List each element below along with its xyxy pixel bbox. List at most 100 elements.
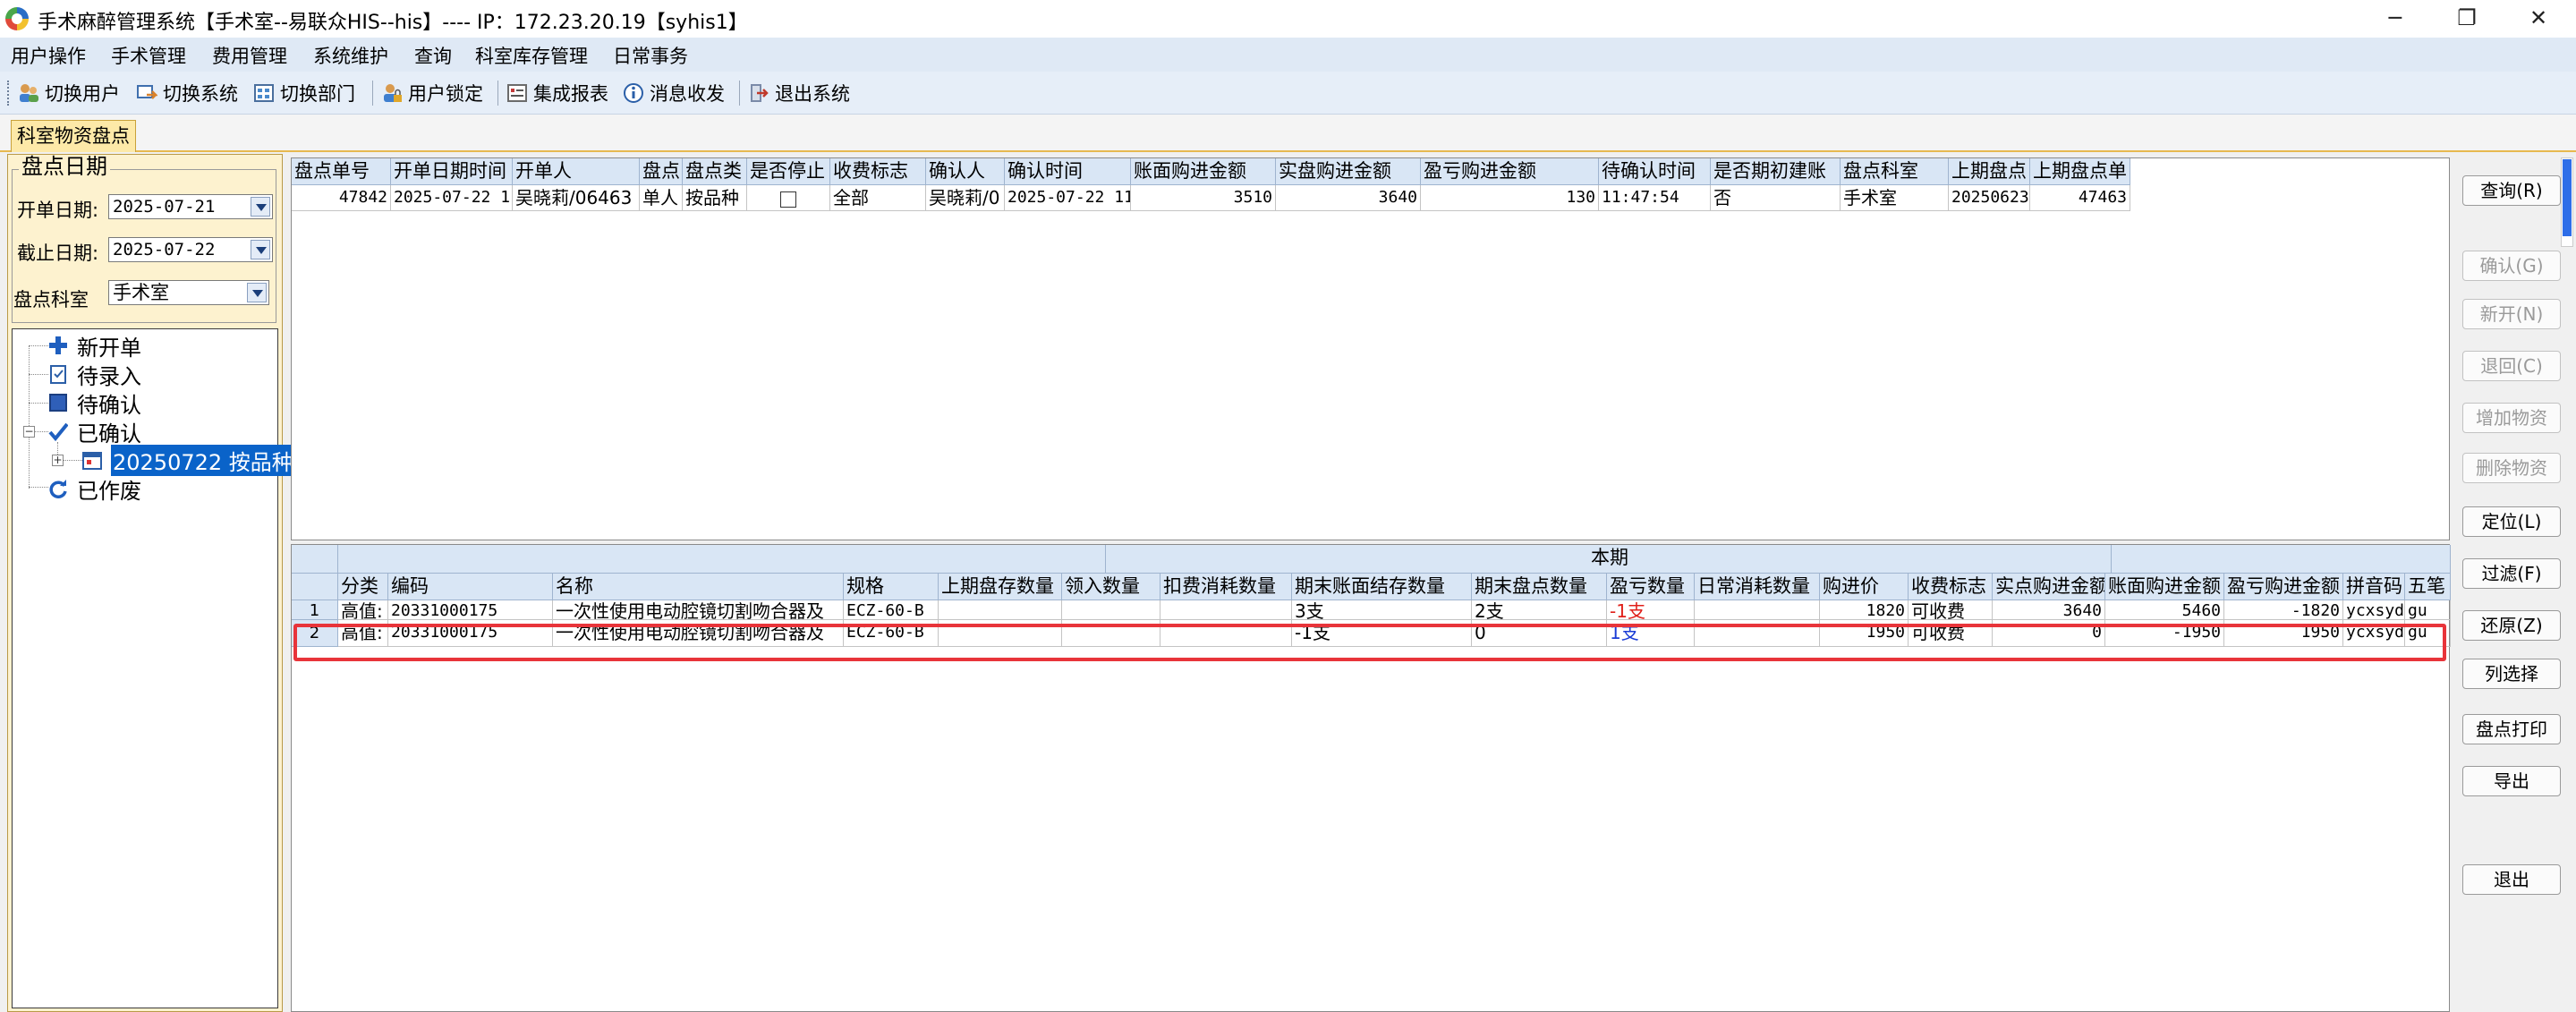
menu-inventory[interactable]: 科室库存管理 — [475, 42, 588, 69]
minimize-button[interactable]: ─ — [2359, 0, 2431, 38]
table-cell[interactable]: 高值: — [338, 600, 388, 620]
column-header[interactable]: 账面购进金额 — [1131, 158, 1276, 185]
column-header[interactable]: 上期盘存数量 — [939, 574, 1062, 600]
table-cell[interactable]: 可收费 — [1909, 600, 1993, 620]
column-header[interactable]: 分类 — [338, 574, 388, 600]
tree-item-pending-entry[interactable]: 待录入 — [48, 361, 141, 389]
column-header[interactable]: 是否停止 — [747, 158, 830, 185]
reports-button[interactable]: 集成报表 — [506, 80, 608, 106]
column-header[interactable]: 盘点类 — [683, 158, 747, 185]
column-header[interactable]: 盘点 — [640, 158, 683, 185]
column-header[interactable]: 盘点科室 — [1841, 158, 1949, 185]
table-cell[interactable]: -1820 — [2224, 600, 2343, 620]
table-cell[interactable]: 3640 — [1276, 185, 1421, 211]
new-button[interactable]: 新开(N) — [2462, 299, 2561, 329]
column-header[interactable]: 实盘购进金额 — [1276, 158, 1421, 185]
column-header[interactable]: 编码 — [388, 574, 553, 600]
table-cell[interactable]: ECZ-60-B — [844, 600, 939, 620]
row-number[interactable]: 1 — [292, 600, 338, 620]
table-cell[interactable] — [1160, 600, 1292, 620]
column-header[interactable]: 盈亏购进金额 — [1421, 158, 1599, 185]
column-header[interactable]: 期末盘点数量 — [1472, 574, 1607, 600]
dept-select[interactable]: 手术室 — [108, 280, 269, 305]
column-header[interactable]: 购进价 — [1820, 574, 1909, 600]
exit-button[interactable]: 退出 — [2462, 864, 2561, 895]
delete-item-button[interactable]: 删除物资 — [2462, 453, 2561, 483]
column-header[interactable]: 开单日期时间 — [391, 158, 513, 185]
tree-item-new[interactable]: 新开单 — [48, 332, 141, 361]
chevron-down-icon[interactable] — [251, 240, 270, 259]
column-header[interactable]: 实点购进金额 — [1993, 574, 2105, 600]
lock-user-button[interactable]: 用户锁定 — [381, 80, 483, 106]
table-cell[interactable]: 47842 — [292, 185, 391, 211]
tree-collapse-toggle[interactable]: − — [23, 426, 35, 438]
start-date-picker[interactable]: 2025-07-21 — [108, 194, 273, 219]
filter-button[interactable]: 过滤(F) — [2462, 558, 2561, 589]
column-header[interactable]: 是否期初建账 — [1711, 158, 1841, 185]
menu-maintenance[interactable]: 系统维护 — [313, 42, 388, 69]
table-cell[interactable]: 按品种 — [683, 185, 747, 211]
column-header[interactable]: 盘点单号 — [292, 158, 391, 185]
tree-item-voided[interactable]: 已作废 — [48, 475, 141, 504]
column-header[interactable]: 账面购进金额 — [2105, 574, 2224, 600]
table-cell[interactable]: 3支 — [1292, 600, 1472, 620]
column-header[interactable]: 盈亏数量 — [1607, 574, 1695, 600]
table-cell[interactable]: 3640 — [1993, 600, 2105, 620]
tree-item-confirmed[interactable]: 已确认 — [48, 418, 141, 446]
column-header[interactable]: 盈亏购进金额 — [2224, 574, 2343, 600]
table-cell[interactable]: 130 — [1421, 185, 1599, 211]
menu-user-ops[interactable]: 用户操作 — [11, 42, 86, 69]
tree-item-pending-confirm[interactable]: 待确认 — [48, 389, 141, 418]
table-cell[interactable]: -1支 — [1607, 600, 1695, 620]
table-cell[interactable]: 3510 — [1131, 185, 1276, 211]
table-cell[interactable]: 47463 — [2030, 185, 2130, 211]
menu-fees[interactable]: 费用管理 — [212, 42, 287, 69]
column-header[interactable]: 收费标志 — [830, 158, 926, 185]
column-header[interactable]: 上期盘点 — [1949, 158, 2030, 185]
table-cell[interactable] — [1695, 600, 1820, 620]
restore-button[interactable]: 还原(Z) — [2462, 610, 2561, 641]
table-cell[interactable]: 全部 — [830, 185, 926, 211]
table-cell[interactable]: 吴晓莉/0 — [926, 185, 1005, 211]
table-cell[interactable]: 20250623 — [1949, 185, 2030, 211]
switch-dept-button[interactable]: 切换部门 — [253, 80, 355, 106]
column-header[interactable]: 拼音码 — [2343, 574, 2405, 600]
switch-user-button[interactable]: 切换用户 — [18, 80, 120, 106]
table-cell[interactable]: 单人 — [640, 185, 683, 211]
column-header[interactable]: 日常消耗数量 — [1695, 574, 1820, 600]
column-select-button[interactable]: 列选择 — [2462, 659, 2561, 689]
table-cell[interactable] — [747, 185, 830, 211]
column-header[interactable]: 确认时间 — [1005, 158, 1131, 185]
stopped-checkbox[interactable] — [780, 191, 796, 208]
tree-item-child-20250722[interactable]: 20250722 按品种 — [82, 444, 295, 476]
menu-daily[interactable]: 日常事务 — [613, 42, 688, 69]
table-cell[interactable]: 2支 — [1472, 600, 1607, 620]
locate-button[interactable]: 定位(L) — [2462, 506, 2561, 537]
messages-button[interactable]: 消息收发 — [623, 80, 725, 106]
column-header[interactable]: 待确认时间 — [1599, 158, 1711, 185]
column-header[interactable]: 确认人 — [926, 158, 1005, 185]
column-header[interactable]: 领入数量 — [1062, 574, 1160, 600]
menu-surgery[interactable]: 手术管理 — [111, 42, 186, 69]
table-cell[interactable]: 否 — [1711, 185, 1841, 211]
column-header[interactable]: 扣费消耗数量 — [1160, 574, 1292, 600]
table-cell[interactable] — [1062, 600, 1160, 620]
table-cell[interactable]: 20331000175 — [388, 600, 553, 620]
tab-inventory-count[interactable]: 科室物资盘点 — [11, 120, 136, 152]
table-cell[interactable] — [939, 600, 1062, 620]
table-cell[interactable]: 5460 — [2105, 600, 2224, 620]
export-button[interactable]: 导出 — [2462, 766, 2561, 796]
print-button[interactable]: 盘点打印 — [2462, 714, 2561, 744]
column-header[interactable]: 五笔 — [2405, 574, 2451, 600]
column-header[interactable]: 开单人 — [513, 158, 640, 185]
column-header[interactable]: 名称 — [553, 574, 844, 600]
column-header[interactable]: 上期盘点单 — [2030, 158, 2130, 185]
item-detail-grid[interactable]: 本期 分类 编码 名称 规格 上期盘存数量 领入数量 扣费消耗数量 期末账面结存… — [291, 544, 2451, 1012]
return-button[interactable]: 退回(C) — [2462, 351, 2561, 381]
exit-system-button[interactable]: 退出系统 — [748, 80, 850, 106]
column-header[interactable]: 期末账面结存数量 — [1292, 574, 1472, 600]
table-cell[interactable]: ycxsyd — [2343, 600, 2405, 620]
column-header[interactable]: 收费标志 — [1909, 574, 1993, 600]
chevron-down-icon[interactable] — [251, 197, 270, 217]
table-cell[interactable]: 2025-07-22 11 — [1005, 185, 1131, 211]
